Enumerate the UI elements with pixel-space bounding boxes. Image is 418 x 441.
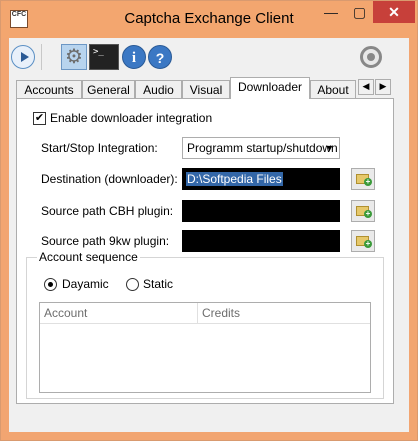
ninekw-browse-button[interactable]: +: [351, 230, 375, 252]
downloader-panel: ✔ Enable downloader integration Start/St…: [16, 98, 394, 404]
destination-value: D:\Softpedia Files: [186, 172, 283, 186]
ninekw-path-label: Source path 9kw plugin:: [41, 234, 170, 248]
column-header-account[interactable]: Account: [40, 303, 198, 323]
tab-audio[interactable]: Audio: [135, 80, 182, 98]
dayamic-label[interactable]: Dayamic: [62, 277, 109, 291]
destination-browse-button[interactable]: +: [351, 168, 375, 190]
start-stop-value: Programm startup/shutdown: [187, 141, 338, 155]
start-stop-select[interactable]: Programm startup/shutdown ▼: [182, 137, 340, 159]
help-icon[interactable]: ?: [148, 45, 172, 69]
dayamic-radio[interactable]: [44, 278, 57, 291]
cbh-path-label: Source path CBH plugin:: [41, 204, 174, 218]
cbh-browse-button[interactable]: +: [351, 200, 375, 222]
toolbar-separator: [41, 44, 42, 70]
chevron-down-icon: ▼: [325, 143, 334, 153]
tab-general[interactable]: General: [82, 80, 135, 98]
destination-input[interactable]: D:\Softpedia Files: [182, 168, 340, 190]
toolbar: ⚙ i ?: [9, 38, 409, 75]
enable-downloader-checkbox[interactable]: ✔: [33, 112, 46, 125]
tab-accounts[interactable]: Accounts: [16, 80, 82, 98]
tab-scroll-left-icon[interactable]: ◀: [358, 79, 374, 95]
maximize-button[interactable]: ▢: [346, 1, 373, 23]
account-sequence-legend: Account sequence: [37, 250, 140, 264]
cbh-path-input[interactable]: [182, 200, 340, 222]
destination-label: Destination (downloader):: [41, 172, 178, 186]
account-list[interactable]: Account Credits: [39, 302, 371, 393]
static-radio[interactable]: [126, 278, 139, 291]
console-icon[interactable]: [89, 44, 119, 70]
tab-about[interactable]: About: [310, 80, 356, 98]
add-icon: +: [364, 209, 372, 218]
lifebuoy-icon[interactable]: [360, 46, 382, 68]
settings-gear-icon[interactable]: ⚙: [61, 44, 87, 70]
tab-scroll-right-icon[interactable]: ▶: [375, 79, 391, 95]
info-icon[interactable]: i: [122, 45, 146, 69]
tab-downloader[interactable]: Downloader: [230, 77, 310, 99]
add-icon: +: [364, 177, 372, 186]
minimize-button[interactable]: —: [316, 1, 346, 23]
enable-downloader-label[interactable]: Enable downloader integration: [50, 111, 212, 125]
app-window: CFC Captcha Exchange Client — ▢ ✕ ⚙ i ? …: [0, 0, 418, 441]
account-list-header: Account Credits: [40, 303, 370, 324]
title-bar[interactable]: CFC Captcha Exchange Client — ▢ ✕: [1, 1, 417, 38]
tab-visual[interactable]: Visual: [182, 80, 230, 98]
start-stop-label: Start/Stop Integration:: [41, 141, 158, 155]
ninekw-path-input[interactable]: [182, 230, 340, 252]
close-button[interactable]: ✕: [373, 1, 415, 23]
static-label[interactable]: Static: [143, 277, 173, 291]
column-header-credits[interactable]: Credits: [198, 303, 318, 323]
add-icon: +: [364, 239, 372, 248]
play-icon[interactable]: [11, 45, 35, 69]
